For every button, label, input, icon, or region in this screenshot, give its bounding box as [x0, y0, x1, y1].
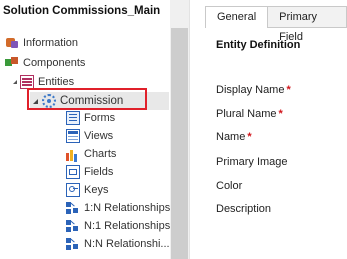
- field-label-text: Plural Name: [216, 108, 277, 120]
- required-marker: *: [286, 84, 291, 96]
- tree-item-1n-relationships[interactable]: 1:N Relationships: [66, 200, 170, 216]
- tree-item-label: Views: [84, 130, 114, 142]
- tree-scrollbar-thumb[interactable]: [171, 28, 188, 259]
- relationship-icon: [66, 237, 80, 251]
- expand-collapse-icon[interactable]: [13, 80, 17, 84]
- field-label-name: Name *: [216, 131, 252, 143]
- tree-item-label: Forms: [84, 112, 116, 124]
- tree-item-label: 1:N Relationships: [84, 202, 171, 214]
- tree-item-nn-relationships[interactable]: N:N Relationshi...: [66, 236, 170, 252]
- tree-item-label: Charts: [84, 148, 117, 160]
- tree-item-label: N:N Relationshi...: [84, 238, 170, 250]
- field-icon: [66, 165, 80, 179]
- field-label-display-name: Display Name *: [216, 84, 291, 96]
- field-label-primary-image: Primary Image: [216, 156, 288, 168]
- tab-primary-field[interactable]: Primary Field: [268, 6, 347, 43]
- tree-item-label: Keys: [84, 184, 109, 196]
- tree-item-fields[interactable]: Fields: [66, 164, 113, 180]
- relationship-icon: [66, 201, 80, 215]
- tree-item-label: Components: [23, 57, 86, 69]
- field-label-text: Display Name: [216, 84, 285, 96]
- tree-item-components[interactable]: Components: [5, 55, 85, 71]
- tree-item-label: Information: [23, 37, 79, 49]
- tree-item-charts[interactable]: Charts: [66, 146, 116, 162]
- chart-icon: [66, 147, 80, 161]
- selection-callout-box: [27, 88, 147, 110]
- solution-explorer-pane: Solution Commissions_Main Information Co…: [0, 0, 189, 259]
- tab-general[interactable]: General: [205, 6, 269, 28]
- tab-bar: General Primary Field: [205, 6, 347, 43]
- field-label-text: Primary Image: [216, 156, 288, 168]
- tree-item-label: Entities: [38, 76, 75, 88]
- section-heading: Entity Definition: [216, 39, 301, 51]
- tree-item-label: Fields: [84, 166, 114, 178]
- tree-item-information[interactable]: Information: [5, 35, 78, 51]
- solution-title: Solution Commissions_Main: [3, 5, 161, 17]
- relationship-icon: [66, 219, 80, 233]
- tree-item-views[interactable]: Views: [66, 128, 113, 144]
- entities-icon: [20, 75, 34, 89]
- tree-item-keys[interactable]: Keys: [66, 182, 108, 198]
- required-marker: *: [278, 108, 283, 120]
- tree-item-n1-relationships[interactable]: N:1 Relationships: [66, 218, 170, 234]
- field-label-color: Color: [216, 180, 242, 192]
- entity-properties-pane: General Primary Field Entity Definition …: [190, 0, 347, 259]
- field-label-text: Color: [216, 180, 243, 192]
- tree-item-label: N:1 Relationships: [84, 220, 171, 232]
- field-label-text: Name: [216, 131, 246, 143]
- field-label-plural-name: Plural Name *: [216, 108, 283, 120]
- components-icon: [5, 56, 19, 70]
- views-icon: [66, 129, 80, 143]
- information-icon: [5, 36, 19, 50]
- key-icon: [66, 183, 80, 197]
- form-icon: [66, 111, 80, 125]
- field-label-description: Description: [216, 203, 271, 215]
- tree-item-forms[interactable]: Forms: [66, 110, 115, 126]
- required-marker: *: [247, 131, 252, 143]
- field-label-text: Description: [216, 203, 272, 215]
